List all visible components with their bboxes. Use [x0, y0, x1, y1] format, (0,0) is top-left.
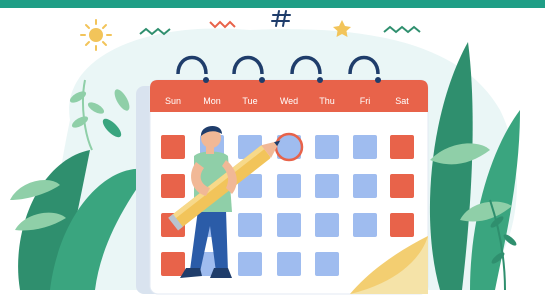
date-cell — [353, 135, 377, 159]
weekday-mon: Mon — [203, 96, 221, 106]
date-cell — [315, 252, 339, 276]
weekday-wed: Wed — [280, 96, 298, 106]
weekday-sun: Sun — [165, 96, 181, 106]
weekday-thu: Thu — [319, 96, 335, 106]
date-cell — [238, 213, 262, 237]
calendar-illustration: Sun Mon Tue Wed Thu Fri Sat — [0, 0, 545, 297]
hash-doodle-icon — [271, 10, 291, 27]
sun-doodle-icon — [80, 19, 112, 51]
date-cell — [315, 213, 339, 237]
date-cell — [161, 135, 185, 159]
weekday-sat: Sat — [395, 96, 409, 106]
zigzag-green-doodle — [139, 27, 171, 36]
zigzag-red-doodle — [209, 20, 236, 29]
date-cell — [161, 252, 185, 276]
date-cell — [161, 174, 185, 198]
date-cell — [390, 174, 414, 198]
date-cell — [353, 174, 377, 198]
date-cell — [277, 252, 301, 276]
date-cell — [353, 213, 377, 237]
date-cell — [315, 135, 339, 159]
weekday-fri: Fri — [360, 96, 371, 106]
date-cell — [390, 213, 414, 237]
weekday-tue: Tue — [242, 96, 257, 106]
date-cell — [277, 213, 301, 237]
zigzag-dark-doodle — [383, 25, 421, 34]
date-cell — [315, 174, 339, 198]
date-cell — [390, 135, 414, 159]
date-cell — [238, 252, 262, 276]
illustration-canvas: Sun Mon Tue Wed Thu Fri Sat — [10, 10, 520, 295]
calendar: Sun Mon Tue Wed Thu Fri Sat — [136, 55, 429, 295]
date-cell — [277, 174, 301, 198]
